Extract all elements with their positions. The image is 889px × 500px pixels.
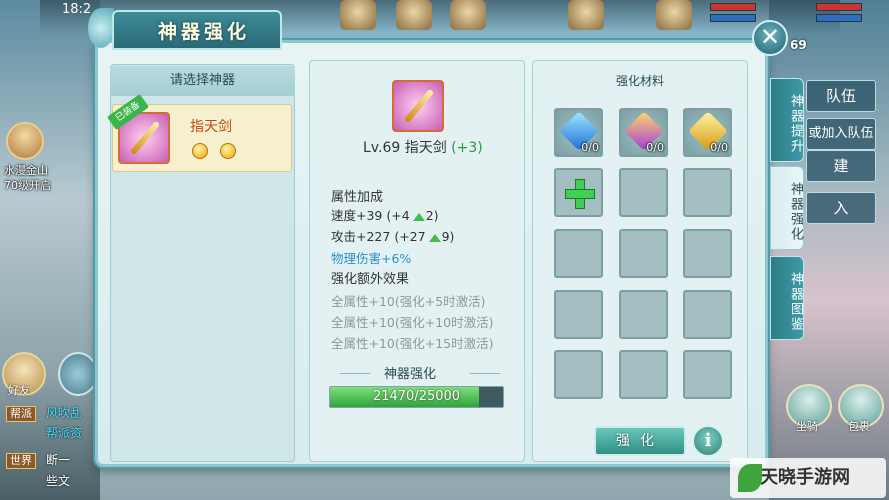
player-mp-bar: [710, 14, 756, 22]
stat-line: 速度+39 (+4 2): [331, 205, 439, 224]
empty-slot[interactable]: [683, 350, 732, 399]
top-gift-icon[interactable]: [396, 0, 432, 30]
chat-line[interactable]: 帮派资: [46, 424, 82, 441]
clock-text: 18:2: [62, 2, 92, 17]
up-arrow-icon: [412, 212, 425, 221]
empty-slot[interactable]: [683, 290, 732, 339]
weapon-level-name: Lv.69 指天剑: [363, 140, 447, 156]
mount-label: 坐骑: [796, 420, 818, 433]
plus-icon: [565, 179, 595, 209]
enhance-progress-title: 神器强化: [383, 367, 436, 382]
stat-base: 攻击+227: [331, 229, 391, 244]
attribute-title: 属性加成: [331, 190, 384, 205]
close-button[interactable]: ✕: [752, 20, 788, 56]
empty-slot[interactable]: [619, 350, 668, 399]
physical-damage-stat: 物理伤害+6%: [331, 251, 412, 266]
empty-slot[interactable]: [683, 168, 732, 217]
chat-line[interactable]: 些文: [46, 472, 70, 489]
title-ornament: [88, 8, 114, 48]
star-dot-icon: [220, 143, 236, 159]
star-dot-icon: [192, 143, 208, 159]
chat-line[interactable]: 断一: [46, 451, 70, 468]
material-slot[interactable]: 0/0: [554, 108, 603, 157]
extra-effect-line: 全属性+10(强化+5时激活): [331, 294, 486, 309]
player-hp-bar: [710, 3, 756, 11]
material-count: 0/0: [646, 141, 664, 154]
empty-slot[interactable]: [683, 229, 732, 278]
empty-slot[interactable]: [554, 350, 603, 399]
extra-effects-title: 强化额外效果: [331, 272, 410, 287]
empty-slot[interactable]: [619, 229, 668, 278]
weapon-plus: (+3): [451, 140, 483, 156]
enhance-button[interactable]: 强化: [594, 426, 686, 456]
quest-avatar[interactable]: [6, 122, 44, 160]
stat-arrow-value: 9): [441, 229, 455, 244]
sword-icon: [392, 80, 444, 132]
modal-title: 神器强化: [158, 21, 251, 43]
create-team-button[interactable]: 建: [806, 150, 876, 182]
material-count: 0/0: [581, 141, 599, 154]
chat-channel-tag: 世界: [6, 453, 36, 469]
tab-artifact-upgrade[interactable]: 神器提升: [770, 78, 804, 162]
material-slot[interactable]: 0/0: [619, 108, 668, 157]
player-level: 69: [790, 38, 807, 52]
empty-slot[interactable]: [619, 290, 668, 339]
join-team-button[interactable]: 或加入队伍: [806, 118, 876, 150]
pet-mp-bar: [816, 14, 862, 22]
stat-arrow-value: 2): [425, 208, 439, 223]
tab-artifact-gallery[interactable]: 神器图鉴: [770, 256, 804, 340]
top-activity-icon[interactable]: [340, 0, 376, 30]
info-button[interactable]: i: [692, 425, 724, 457]
top-event-icon[interactable]: [450, 0, 486, 30]
team-button[interactable]: 队伍: [806, 80, 876, 112]
artifact-list-header: 请选择神器: [110, 66, 295, 96]
add-material-slot[interactable]: [554, 168, 603, 217]
stat-increase: (+27: [394, 229, 426, 244]
up-arrow-icon: [428, 233, 441, 242]
watermark-logo: [738, 464, 762, 492]
empty-slot[interactable]: [619, 168, 668, 217]
quest-name: 水漫金山: [4, 164, 48, 177]
material-header: 强化材料: [615, 74, 664, 88]
tab-artifact-enhance[interactable]: 神器强化: [770, 166, 804, 250]
pet-hp-bar: [816, 3, 862, 11]
enhance-progress-text: 21470/25000: [372, 389, 461, 404]
close-icon: ✕: [759, 23, 781, 51]
quest-unlock-text: 70级开启: [4, 179, 51, 192]
voice-button[interactable]: [58, 352, 98, 396]
friends-label: 好友: [8, 384, 30, 397]
chat-channel-tag: 帮派: [6, 406, 36, 422]
artifact-item-name: 指天剑: [190, 119, 232, 135]
chat-line[interactable]: 风吹乱: [46, 404, 82, 421]
empty-slot[interactable]: [554, 290, 603, 339]
top-boss-icon[interactable]: [568, 0, 604, 30]
stat-line: 攻击+227 (+27 9): [331, 226, 454, 245]
weapon-title: Lv.69 指天剑 (+3): [363, 137, 483, 157]
enter-button[interactable]: 入: [806, 192, 876, 224]
stat-increase: (+4: [386, 208, 410, 223]
top-pet-avatar-icon[interactable]: [656, 0, 692, 30]
bag-label: 包裹: [848, 420, 870, 433]
extra-effect-line: 全属性+10(强化+15时激活): [331, 336, 494, 351]
stat-base: 速度+39: [331, 208, 383, 223]
material-count: 0/0: [710, 141, 728, 154]
empty-slot[interactable]: [554, 229, 603, 278]
material-slot[interactable]: 0/0: [683, 108, 732, 157]
extra-effect-line: 全属性+10(强化+10时激活): [331, 315, 494, 330]
